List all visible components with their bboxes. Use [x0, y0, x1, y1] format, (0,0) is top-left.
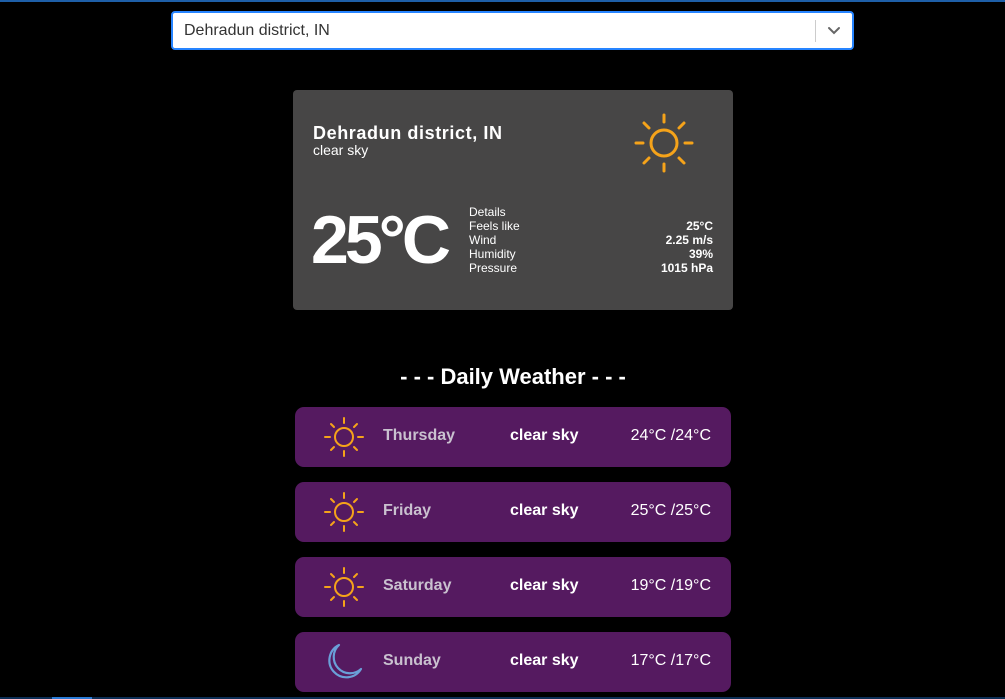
details-panel: Details Feels like 25°C Wind 2.25 m/s Hu…	[469, 205, 713, 275]
detail-label: Pressure	[469, 261, 518, 275]
day-temperature-range: 24°C /24°C	[630, 427, 711, 444]
city-search-select[interactable]: Dehradun district, IN	[171, 11, 854, 50]
detail-value: 39%	[688, 247, 713, 261]
detail-row-feels-like: Feels like 25°C	[469, 219, 713, 233]
day-name: Saturday	[383, 577, 452, 594]
search-selected-value[interactable]: Dehradun district, IN	[173, 22, 815, 40]
current-temperature: 25°C	[311, 202, 451, 278]
daily-item-sunday[interactable]: Sunday clear sky 17°C /17°C	[295, 632, 731, 692]
day-description: clear sky	[510, 427, 579, 444]
sun-icon	[324, 492, 364, 532]
details-header: Details	[469, 205, 506, 219]
detail-value: 2.25 m/s	[665, 233, 713, 247]
day-temperature-range: 25°C /25°C	[630, 502, 711, 519]
day-name: Sunday	[383, 652, 441, 669]
top-border	[0, 0, 1005, 2]
daily-item-thursday[interactable]: Thursday clear sky 24°C /24°C	[295, 407, 731, 467]
detail-value: 1015 hPa	[660, 261, 713, 275]
day-name: Friday	[383, 502, 432, 519]
current-city: Dehradun district, IN	[313, 123, 503, 143]
detail-row-humidity: Humidity 39%	[469, 247, 713, 261]
detail-label: Humidity	[469, 247, 516, 261]
daily-item-saturday[interactable]: Saturday clear sky 19°C /19°C	[295, 557, 731, 617]
detail-row-pressure: Pressure 1015 hPa	[469, 261, 713, 275]
current-weather-card: Dehradun district, IN clear sky 25°C Det…	[293, 90, 733, 310]
sun-icon	[324, 417, 364, 457]
chevron-down-icon	[828, 26, 840, 34]
day-name: Thursday	[383, 427, 456, 444]
detail-label: Wind	[469, 233, 497, 247]
dropdown-indicator[interactable]	[816, 13, 852, 48]
day-description: clear sky	[510, 577, 579, 594]
detail-value: 25°C	[686, 219, 713, 233]
detail-row-wind: Wind 2.25 m/s	[469, 233, 713, 247]
weather-app: Dehradun district, IN Dehradun district,…	[0, 0, 1005, 699]
day-description: clear sky	[510, 652, 579, 669]
day-temperature-range: 17°C /17°C	[630, 652, 711, 669]
day-description: clear sky	[510, 502, 579, 519]
sun-icon	[634, 113, 694, 173]
detail-label: Feels like	[469, 219, 520, 233]
daily-item-friday[interactable]: Friday clear sky 25°C /25°C	[295, 482, 731, 542]
daily-weather-title: - - - Daily Weather - - -	[400, 364, 626, 389]
moon-icon	[328, 643, 363, 679]
details-header-row: Details	[469, 205, 713, 219]
sun-icon	[324, 567, 364, 607]
current-description: clear sky	[313, 142, 369, 158]
day-temperature-range: 19°C /19°C	[630, 577, 711, 594]
